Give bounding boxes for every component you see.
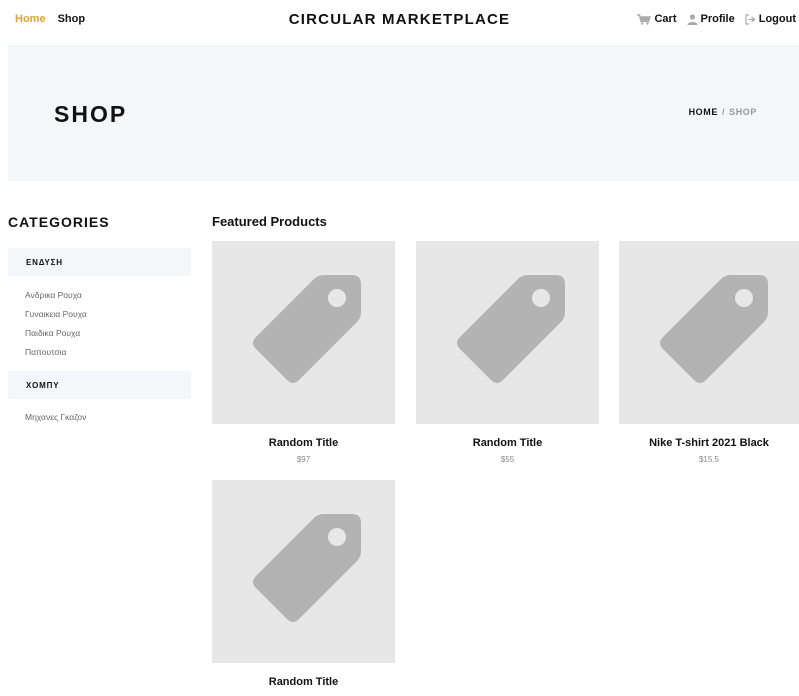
- product-title[interactable]: Random Title: [212, 676, 395, 688]
- category-item[interactable]: Γυναικεια Ρουχα: [25, 309, 87, 319]
- nav-profile-label: Profile: [700, 13, 735, 25]
- product-price: $55: [500, 455, 515, 464]
- nav-cart-label: Cart: [654, 13, 677, 25]
- category-item[interactable]: Ανδρικα Ρουχα: [25, 290, 82, 300]
- product-image[interactable]: [416, 241, 599, 424]
- cart-icon: [637, 13, 652, 25]
- price-tag-icon: [253, 275, 361, 383]
- category-item[interactable]: Μηχανες Γκαζον: [25, 412, 86, 422]
- price-tag-icon: [253, 514, 361, 622]
- breadcrumb-current: SHOP: [729, 107, 757, 117]
- category-item[interactable]: Παιδικα Ρουχα: [25, 328, 80, 338]
- product-title[interactable]: Random Title: [212, 437, 395, 449]
- category-group-label: ΕΝΔΥΣΗ: [26, 258, 63, 267]
- price-tag-icon: [660, 275, 768, 383]
- category-group-clothing[interactable]: ΕΝΔΥΣΗ: [8, 248, 191, 276]
- product-card[interactable]: Random Title $55: [416, 241, 599, 464]
- product-card[interactable]: Random Title $97: [212, 241, 395, 464]
- nav-left-links: Home Shop: [15, 13, 85, 25]
- categories-heading: CATEGORIES: [8, 214, 110, 230]
- product-price: $97: [296, 455, 311, 464]
- featured-products-heading: Featured Products: [212, 214, 327, 229]
- product-card[interactable]: Random Title: [212, 480, 395, 694]
- nav-logout-label: Logout: [758, 13, 796, 25]
- breadcrumb: HOME / SHOP: [689, 107, 757, 117]
- product-image[interactable]: [619, 241, 799, 424]
- category-group-label: ΧΟΜΠΥ: [26, 381, 60, 390]
- nav-cart-link[interactable]: Cart: [637, 13, 677, 25]
- nav-logout-link[interactable]: Logout: [745, 13, 796, 25]
- user-icon: [687, 13, 697, 25]
- breadcrumb-home[interactable]: HOME: [689, 107, 718, 117]
- nav-shop-link[interactable]: Shop: [58, 13, 86, 25]
- nav-right-links: Cart Profile Logout: [637, 13, 796, 25]
- category-group-hobby[interactable]: ΧΟΜΠΥ: [8, 371, 191, 399]
- product-price: $15.5: [698, 455, 720, 464]
- page-title: SHOP: [54, 101, 128, 127]
- top-navigation: Home Shop CIRCULAR MARKETPLACE Cart Prof…: [0, 0, 799, 40]
- price-tag-icon: [457, 275, 565, 383]
- nav-home-link[interactable]: Home: [15, 13, 46, 25]
- product-image[interactable]: [212, 241, 395, 424]
- nav-profile-link[interactable]: Profile: [687, 13, 735, 25]
- product-card[interactable]: Nike T-shirt 2021 Black $15.5: [619, 241, 799, 464]
- product-title[interactable]: Nike T-shirt 2021 Black: [619, 437, 799, 449]
- logout-icon: [745, 13, 756, 25]
- page-hero: SHOP HOME / SHOP: [8, 45, 799, 181]
- category-item[interactable]: Παπουτσια: [25, 347, 66, 357]
- breadcrumb-separator: /: [721, 107, 726, 117]
- product-image[interactable]: [212, 480, 395, 663]
- product-title[interactable]: Random Title: [416, 437, 599, 449]
